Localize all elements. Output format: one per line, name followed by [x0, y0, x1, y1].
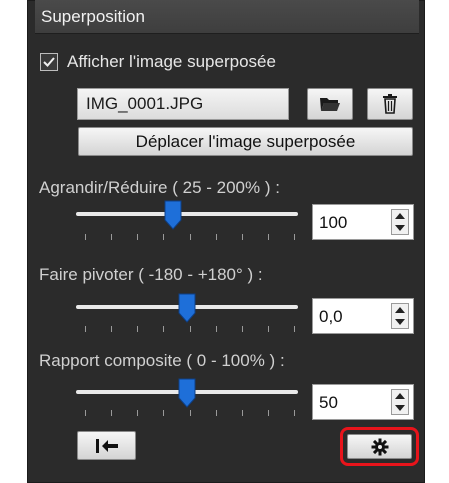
slider-tick — [294, 410, 295, 416]
show-overlay-checkbox[interactable] — [40, 53, 58, 71]
arrow-down-icon[interactable] — [395, 405, 405, 411]
slider-tick — [111, 326, 112, 332]
composite-ratio-label: Rapport composite ( 0 - 100% ) : — [39, 351, 285, 370]
composite-ratio-slider-ticks — [85, 410, 295, 418]
slider-tick — [111, 410, 112, 416]
settings-highlight — [340, 427, 419, 466]
rotate-slider-thumb[interactable] — [178, 293, 196, 323]
zoom-stepper[interactable] — [391, 209, 409, 235]
slider-tick — [294, 326, 295, 332]
zoom-spinbox[interactable]: 100 — [312, 204, 414, 240]
delete-file-button[interactable] — [367, 88, 413, 120]
rotate-spinbox[interactable]: 0,0 — [312, 298, 414, 334]
reset-button[interactable] — [77, 431, 136, 460]
reset-icon — [95, 439, 118, 453]
composite-ratio-slider-thumb[interactable] — [178, 378, 196, 408]
composite-ratio-stepper[interactable] — [391, 389, 409, 415]
arrow-up-icon[interactable] — [395, 307, 405, 313]
rotate-slider-ticks — [85, 326, 295, 334]
slider-tick — [163, 234, 164, 240]
zoom-slider-thumb[interactable] — [164, 200, 182, 230]
slider-tick — [163, 326, 164, 332]
gear-icon — [371, 438, 388, 456]
folder-open-icon — [320, 98, 340, 111]
slider-tick — [190, 234, 191, 240]
rotate-label: Faire pivoter ( -180 - +180° ) : — [39, 265, 263, 284]
slider-tick — [268, 326, 269, 332]
trash-icon — [383, 94, 397, 114]
panel-title: Superposition — [41, 7, 145, 26]
arrow-up-icon[interactable] — [395, 213, 405, 219]
slider-tick — [216, 410, 217, 416]
zoom-slider-ticks — [85, 234, 295, 242]
arrow-down-icon[interactable] — [395, 225, 405, 231]
arrow-up-icon[interactable] — [395, 393, 405, 399]
slider-tick — [85, 410, 86, 416]
zoom-slider-track[interactable] — [76, 212, 298, 216]
slider-tick — [242, 326, 243, 332]
show-overlay-label[interactable]: Afficher l'image superposée — [67, 52, 276, 72]
composite-ratio-spinbox[interactable]: 50 — [312, 384, 414, 420]
slider-tick — [242, 234, 243, 240]
slider-tick — [85, 234, 86, 240]
checkmark-icon — [43, 57, 55, 67]
overlay-panel: Superposition Afficher l'image superposé… — [27, 0, 425, 483]
rotate-value[interactable]: 0,0 — [319, 307, 343, 327]
composite-ratio-value[interactable]: 50 — [319, 393, 338, 413]
arrow-down-icon[interactable] — [395, 319, 405, 325]
slider-tick — [268, 410, 269, 416]
rotate-stepper[interactable] — [391, 303, 409, 329]
slider-tick — [137, 410, 138, 416]
overlay-file-field[interactable]: IMG_0001.JPG — [77, 88, 289, 120]
slider-tick — [268, 234, 269, 240]
slider-tick — [216, 234, 217, 240]
move-overlay-button[interactable]: Déplacer l'image superposée — [78, 127, 413, 156]
open-file-button[interactable] — [307, 88, 353, 120]
settings-button[interactable] — [347, 434, 412, 459]
panel-header: Superposition — [35, 0, 419, 34]
zoom-label: Agrandir/Réduire ( 25 - 200% ) : — [39, 178, 280, 197]
slider-tick — [216, 326, 217, 332]
slider-tick — [163, 410, 164, 416]
zoom-value[interactable]: 100 — [319, 213, 347, 233]
slider-tick — [190, 410, 191, 416]
slider-tick — [111, 234, 112, 240]
slider-tick — [137, 234, 138, 240]
slider-tick — [137, 326, 138, 332]
slider-tick — [85, 326, 86, 332]
slider-tick — [190, 326, 191, 332]
slider-tick — [242, 410, 243, 416]
slider-tick — [294, 234, 295, 240]
